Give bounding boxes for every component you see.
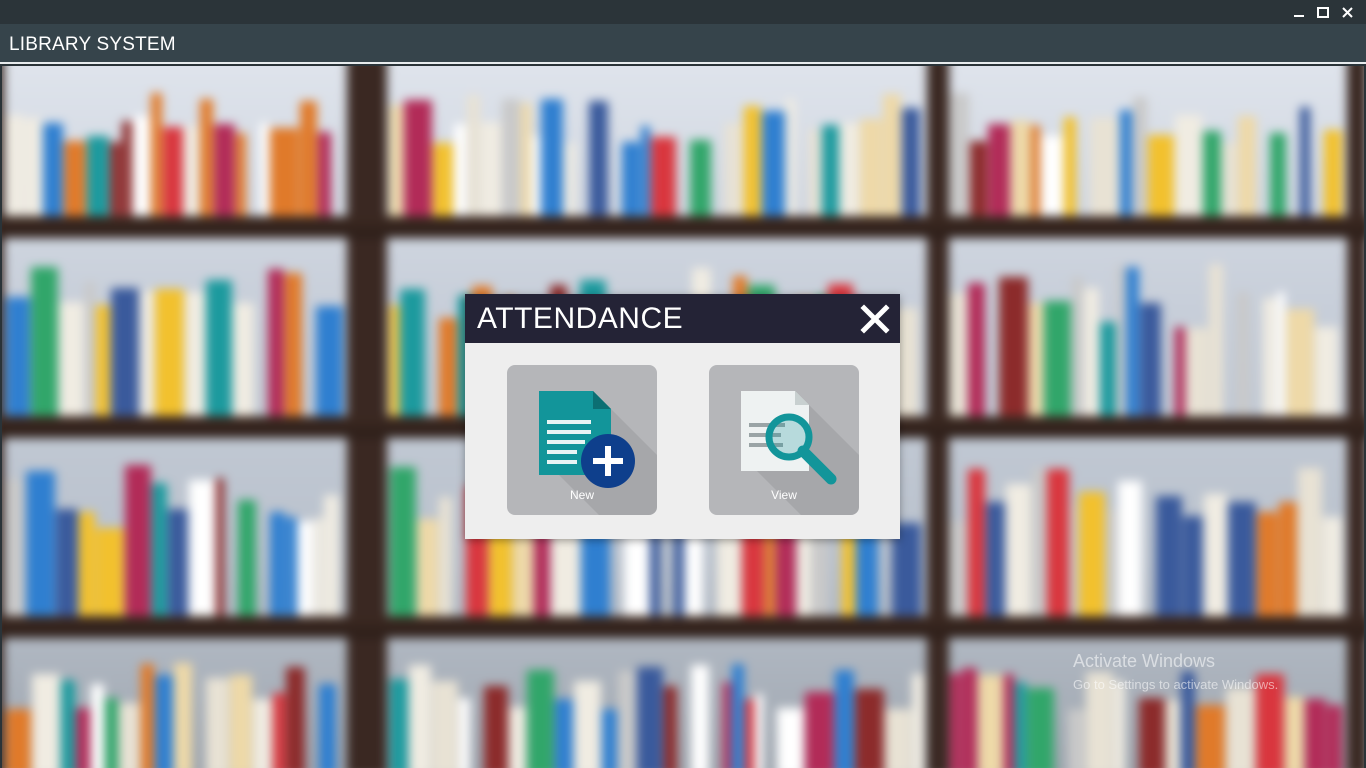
activation-watermark: Activate Windows Go to Settings to activ…	[1073, 651, 1278, 692]
minimize-icon[interactable]	[1290, 2, 1308, 22]
dialog-header: ATTENDANCE	[465, 294, 900, 343]
attendance-dialog: ATTENDANCE New View	[465, 294, 900, 539]
maximize-icon[interactable]	[1314, 2, 1332, 22]
watermark-subtitle: Go to Settings to activate Windows.	[1073, 677, 1279, 692]
view-attendance-button[interactable]: View	[709, 365, 859, 515]
dialog-title: ATTENDANCE	[477, 302, 684, 335]
window-chrome	[0, 0, 1366, 24]
close-icon[interactable]	[1338, 2, 1356, 22]
app-titlebar: LIBRARY SYSTEM	[0, 24, 1366, 64]
watermark-title: Activate Windows	[1073, 651, 1216, 671]
window-controls	[1290, 2, 1356, 22]
app-title: LIBRARY SYSTEM	[9, 34, 176, 55]
new-attendance-button[interactable]: New	[507, 365, 657, 515]
view-button-label: View	[771, 488, 797, 502]
close-icon[interactable]	[860, 304, 890, 334]
new-button-label: New	[569, 488, 594, 502]
